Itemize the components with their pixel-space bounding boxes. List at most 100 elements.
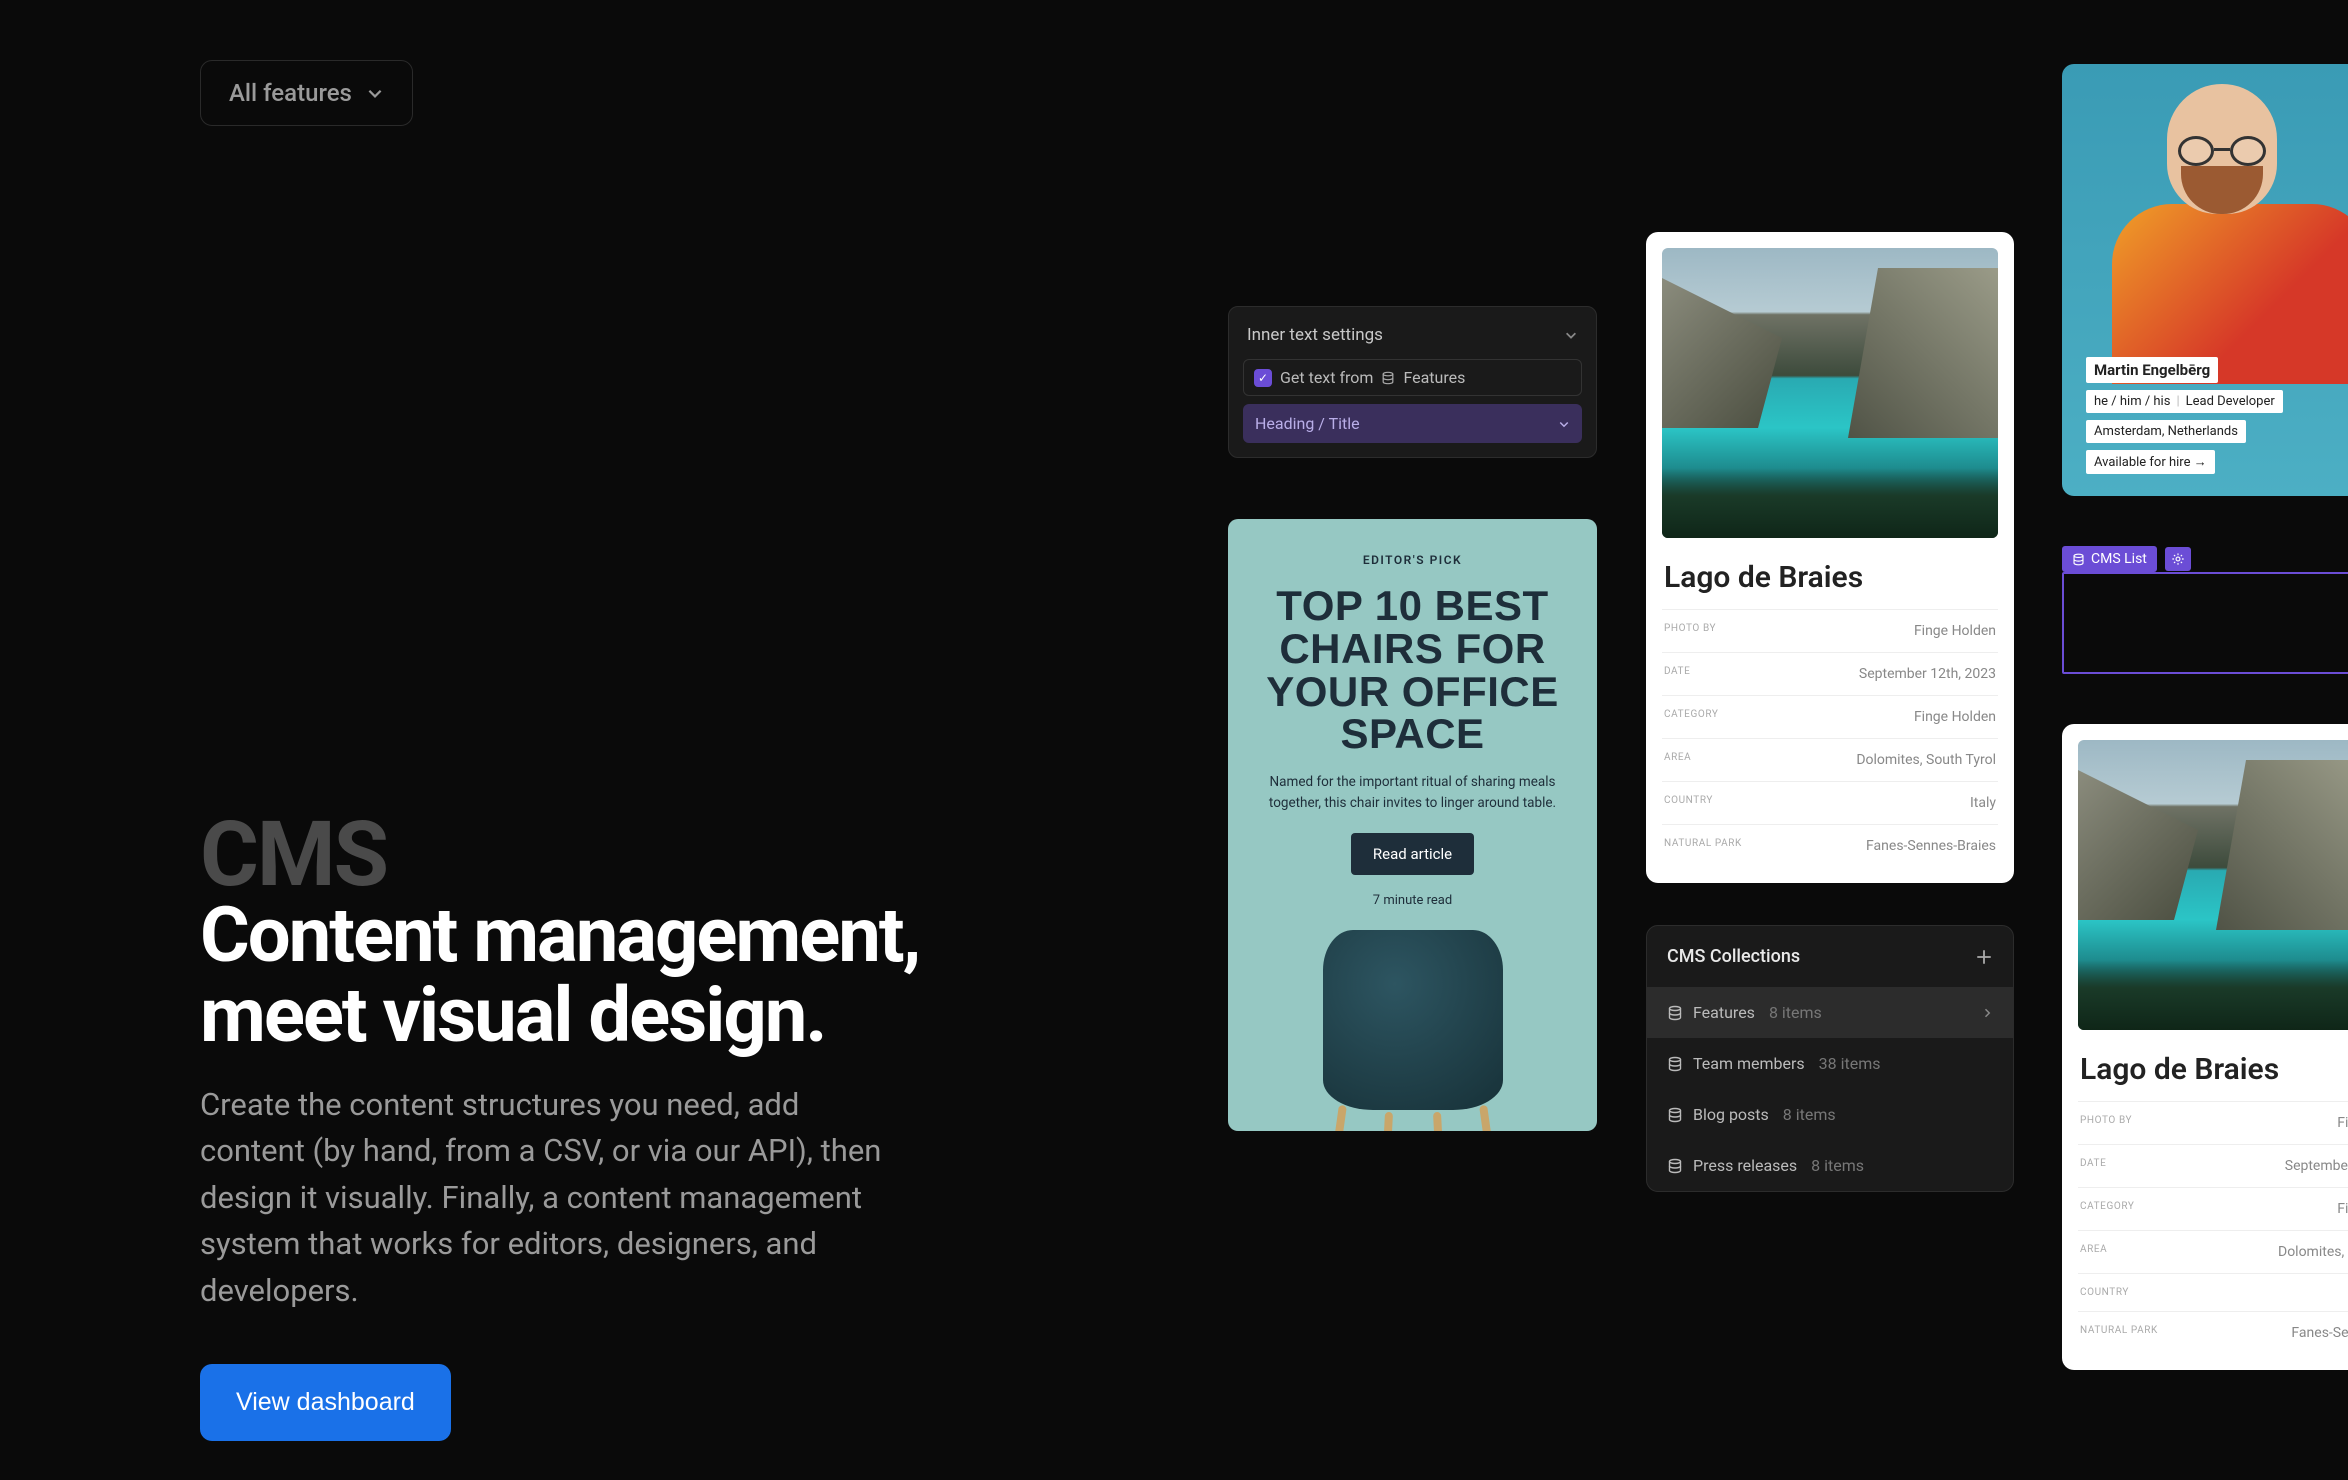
read-article-button[interactable]: Read article — [1351, 833, 1474, 875]
collection-count: 8 items — [1769, 1003, 1822, 1022]
database-icon — [1667, 1107, 1683, 1123]
settings-panel-title: Inner text settings — [1247, 325, 1383, 345]
checkbox-checked-icon[interactable]: ✓ — [1254, 369, 1272, 387]
lake-meta-row: DATE September 12th, 2023 — [1662, 652, 1998, 695]
lake-title: Lago de Braies — [2080, 1052, 2348, 1087]
lake-meta-value: Fanes-Senn — [2291, 1325, 2348, 1341]
lake-meta-label: COUNTRY — [2080, 1287, 2129, 1298]
hero-eyebrow: CMS — [200, 810, 1120, 900]
lake-meta-value: September 1 — [2285, 1158, 2348, 1174]
lake-photo — [2078, 740, 2348, 1030]
hero-section: CMS Content management, meet visual desi… — [200, 810, 1120, 1441]
profile-labels: Martin Engelbērg he / him / his | Lead D… — [2086, 357, 2283, 474]
lake-meta-value: Fing — [2337, 1201, 2348, 1217]
collections-header: CMS Collections — [1647, 926, 2013, 987]
lake-meta-label: DATE — [2080, 1158, 2106, 1174]
features-filter-label: All features — [229, 79, 352, 107]
chevron-right-icon — [1981, 1007, 1993, 1019]
lake-meta-row: AREA Dolomites, South Tyrol — [1662, 738, 1998, 781]
collection-row-features[interactable]: Features 8 items — [1647, 987, 2013, 1038]
field-select-dropdown[interactable]: Heading / Title — [1243, 404, 1582, 443]
article-subtitle: Named for the important ritual of sharin… — [1264, 772, 1561, 813]
lake-meta-label: PHOTO BY — [2080, 1115, 2132, 1131]
view-dashboard-button[interactable]: View dashboard — [200, 1364, 451, 1441]
collection-count: 8 items — [1811, 1156, 1864, 1175]
cms-list-settings-button[interactable] — [2165, 547, 2191, 571]
lake-meta-value: Finge Holden — [1914, 709, 1996, 725]
database-icon — [2072, 553, 2085, 566]
plus-icon[interactable] — [1975, 948, 1993, 966]
collection-row-press[interactable]: Press releases 8 items — [1647, 1140, 2013, 1191]
profile-pronouns-role: he / him / his | Lead Developer — [2086, 390, 2283, 413]
cms-list-label: CMS List — [2091, 551, 2147, 567]
article-title: TOP 10 BEST CHAIRS FOR YOUR OFFICE SPACE — [1264, 585, 1561, 756]
lake-meta-value: September 12th, 2023 — [1859, 666, 1996, 682]
hero-title: Content management, meet visual design. — [200, 896, 1120, 1056]
features-filter-dropdown[interactable]: All features — [200, 60, 413, 126]
person-illustration — [2112, 84, 2332, 384]
lake-meta-row: PHOTO BY Finge Holden — [1662, 609, 1998, 652]
lake-meta-value: Fanes-Sennes-Braies — [1866, 838, 1996, 854]
field-select-value: Heading / Title — [1255, 414, 1360, 433]
lake-meta-label: PHOTO BY — [1664, 623, 1716, 639]
database-icon — [1381, 371, 1395, 385]
chair-illustration — [1303, 930, 1523, 1131]
lake-meta-label: DATE — [1664, 666, 1690, 682]
lake-title: Lago de Braies — [1664, 560, 1996, 595]
lake-meta-row: DATE September 1 — [2078, 1144, 2348, 1187]
collection-name: Press releases — [1693, 1156, 1797, 1175]
lake-meta-label: NATURAL PARK — [1664, 838, 1742, 854]
chevron-down-icon — [1564, 328, 1578, 342]
lake-meta-row: CATEGORY Fing — [2078, 1187, 2348, 1230]
collection-name: Features — [1693, 1003, 1755, 1022]
lake-meta-label: COUNTRY — [1664, 795, 1713, 811]
article-read-time: 7 minute read — [1264, 893, 1561, 908]
collection-count: 8 items — [1783, 1105, 1836, 1124]
lake-meta-row: COUNTRY Italy — [1662, 781, 1998, 824]
settings-panel-header[interactable]: Inner text settings — [1243, 321, 1582, 345]
cms-list-selection-outline[interactable] — [2062, 572, 2348, 674]
lake-meta-row: CATEGORY Finge Holden — [1662, 695, 1998, 738]
database-icon — [1667, 1158, 1683, 1174]
lake-meta-label: AREA — [1664, 752, 1691, 768]
get-text-from-label: Get text from — [1280, 368, 1373, 387]
lake-meta-row: COUNTRY — [2078, 1273, 2348, 1311]
lake-meta-row: PHOTO BY Fing — [2078, 1101, 2348, 1144]
hero-description: Create the content structures you need, … — [200, 1082, 900, 1315]
lake-meta-value: Fing — [2337, 1115, 2348, 1131]
profile-availability[interactable]: Available for hire → — [2086, 450, 2215, 474]
cms-collections-panel: CMS Collections Features 8 items Team me… — [1646, 925, 2014, 1192]
lake-photo — [1662, 248, 1998, 538]
article-eyebrow: EDITOR'S PICK — [1264, 553, 1561, 567]
lake-meta-row: NATURAL PARK Fanes-Senn — [2078, 1311, 2348, 1354]
lake-detail-card-2: Lago de Braies PHOTO BY Fing DATE Septem… — [2062, 724, 2348, 1370]
lake-detail-card: Lago de Braies PHOTO BY Finge Holden DAT… — [1646, 232, 2014, 883]
gear-icon — [2171, 552, 2185, 566]
profile-location: Amsterdam, Netherlands — [2086, 420, 2246, 443]
lake-meta-row: NATURAL PARK Fanes-Sennes-Braies — [1662, 824, 1998, 867]
database-icon — [1667, 1056, 1683, 1072]
collection-row-team[interactable]: Team members 38 items — [1647, 1038, 2013, 1089]
profile-pronouns: he / him / his — [2094, 394, 2170, 409]
lake-meta-label: NATURAL PARK — [2080, 1325, 2158, 1341]
inner-text-settings-panel: Inner text settings ✓ Get text from Feat… — [1228, 306, 1597, 458]
collection-name: Team members — [1693, 1054, 1805, 1073]
article-preview-card: EDITOR'S PICK TOP 10 BEST CHAIRS FOR YOU… — [1228, 519, 1597, 1131]
chevron-down-icon — [1558, 418, 1570, 430]
collection-row-blog[interactable]: Blog posts 8 items — [1647, 1089, 2013, 1140]
cms-list-badge[interactable]: CMS List — [2062, 546, 2157, 572]
lake-meta-label: CATEGORY — [1664, 709, 1718, 725]
text-source-name: Features — [1403, 368, 1465, 387]
lake-meta-value: Finge Holden — [1914, 623, 1996, 639]
cms-list-element-tag[interactable]: CMS List — [2062, 546, 2191, 572]
lake-meta-value: Dolomites, South Tyrol — [1856, 752, 1996, 768]
database-icon — [1667, 1005, 1683, 1021]
team-member-card: Martin Engelbērg he / him / his | Lead D… — [2062, 64, 2348, 496]
lake-meta-label: AREA — [2080, 1244, 2107, 1260]
get-text-from-row[interactable]: ✓ Get text from Features — [1243, 359, 1582, 396]
collections-title: CMS Collections — [1667, 946, 1800, 967]
lake-meta-value: Dolomites, So — [2278, 1244, 2348, 1260]
collection-count: 38 items — [1819, 1054, 1881, 1073]
profile-role: Lead Developer — [2186, 394, 2275, 409]
lake-meta-row: AREA Dolomites, So — [2078, 1230, 2348, 1273]
